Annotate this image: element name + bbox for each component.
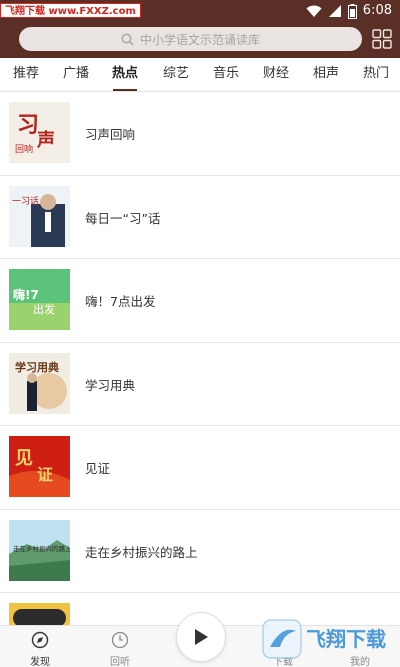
list-item[interactable]: 一习话 每日一“习”话 [0, 176, 400, 259]
svg-text:习: 习 [17, 112, 39, 138]
clock-icon [111, 631, 129, 649]
tab-popular[interactable]: 热门 [362, 58, 390, 92]
svg-text:飞翔下载: 飞翔下载 [306, 627, 386, 651]
thumbnail: 习 声 回响 [9, 102, 70, 163]
list-item-title: 习声回响 [85, 127, 136, 142]
header: 中小学语文示范诵读库 [0, 22, 400, 58]
thumbnail: 一习话 [9, 185, 70, 247]
nav-listen-back[interactable]: 回听 [95, 626, 145, 667]
program-list: 习 声 回响 习声回响 一习话 每日一“习”话 嗨!7 出发 嗨！7点出发 学习… [0, 92, 400, 625]
svg-text:声: 声 [36, 129, 55, 151]
tab-variety[interactable]: 综艺 [162, 58, 190, 92]
svg-text:见: 见 [15, 448, 33, 469]
nav-discover-label: 发现 [30, 657, 50, 667]
tab-finance[interactable]: 财经 [262, 58, 290, 92]
list-item-title: 每日一“习”话 [85, 210, 161, 226]
thumbnail: 学习用典 [9, 352, 70, 414]
svg-text:回响: 回响 [15, 143, 33, 155]
svg-text:一习话: 一习话 [12, 195, 39, 207]
list-item-title: 走在乡村振兴的路上 [85, 544, 198, 560]
list-item-title: 见证 [85, 461, 111, 476]
watermark: 飞翔下载 www.FXXZ.com [0, 3, 141, 18]
signal-icon [328, 5, 341, 17]
list-item-title: 学习用典 [85, 377, 136, 393]
compass-icon [31, 631, 49, 649]
search-input[interactable]: 中小学语文示范诵读库 [19, 27, 362, 51]
search-icon [121, 33, 134, 45]
tab-hot[interactable]: 热点 [111, 58, 139, 92]
tab-crosstalk[interactable]: 相声 [312, 58, 340, 92]
list-item[interactable]: 走在乡村振兴的路上 走在乡村振兴的路上 [0, 510, 400, 593]
list-item-title: 嗨！7点出发 [85, 294, 156, 309]
svg-text:出发: 出发 [33, 302, 55, 316]
status-icons: 6:08 [306, 2, 392, 20]
nav-discover[interactable]: 发现 [15, 626, 65, 667]
thumbnail: 嗨!7 出发 [9, 269, 70, 330]
svg-text:走在乡村振兴的路上: 走在乡村振兴的路上 [13, 544, 70, 553]
thumbnail [9, 603, 70, 625]
list-item[interactable]: 习 声 回响 习声回响 [0, 92, 400, 176]
svg-text:证: 证 [37, 465, 53, 484]
tab-broadcast[interactable]: 广播 [62, 58, 90, 92]
tab-music[interactable]: 音乐 [212, 58, 240, 92]
list-item[interactable]: 见 证 见证 [0, 426, 400, 510]
play-button[interactable] [176, 612, 226, 662]
thumbnail: 走在乡村振兴的路上 [9, 519, 70, 581]
status-time: 6:08 [362, 3, 392, 18]
nav-listen-back-label: 回听 [110, 657, 130, 667]
svg-text:学习用典: 学习用典 [15, 360, 59, 374]
watermark-logo: 飞翔下载 [262, 619, 386, 659]
svg-text:嗨!7: 嗨!7 [13, 287, 39, 302]
play-icon [195, 629, 208, 645]
tab-recommend[interactable]: 推荐 [12, 58, 40, 92]
search-placeholder: 中小学语文示范诵读库 [139, 32, 260, 47]
list-item[interactable]: 学习用典 学习用典 [0, 343, 400, 426]
battery-icon [347, 3, 357, 19]
wifi-icon [306, 5, 322, 17]
grid-icon[interactable] [372, 29, 392, 49]
list-item[interactable]: 嗨!7 出发 嗨！7点出发 [0, 259, 400, 343]
status-bar: 飞翔下载 www.FXXZ.com 6:08 [0, 0, 400, 22]
thumbnail: 见 证 [9, 436, 70, 497]
category-tabs: 推荐 广播 热点 综艺 音乐 财经 相声 热门 [0, 58, 400, 92]
